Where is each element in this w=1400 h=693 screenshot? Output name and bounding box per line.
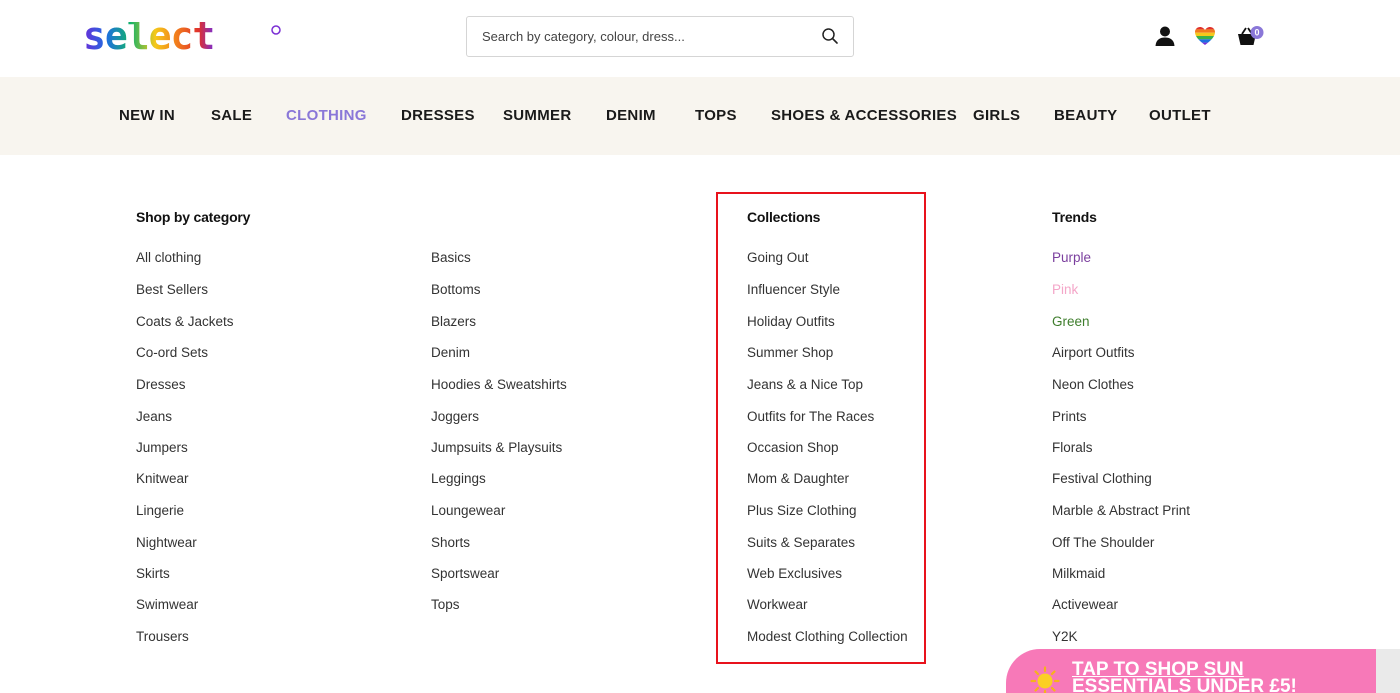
collection-link[interactable]: Web Exclusives — [747, 566, 842, 581]
trend-link[interactable]: Milkmaid — [1052, 566, 1105, 581]
category-link[interactable]: Knitwear — [136, 471, 189, 486]
collection-link[interactable]: Outfits for The Races — [747, 409, 874, 424]
trend-link[interactable]: Florals — [1052, 440, 1093, 455]
collection-link[interactable]: Plus Size Clothing — [747, 503, 857, 518]
category-link[interactable]: Jeans — [136, 409, 172, 424]
shop-by-category-heading: Shop by category — [136, 209, 251, 225]
collection-link[interactable]: Jeans & a Nice Top — [747, 377, 863, 392]
category-link[interactable]: All clothing — [136, 250, 201, 265]
basket-count: 0 — [1254, 28, 1259, 38]
collection-link[interactable]: Going Out — [747, 250, 809, 265]
trend-link[interactable]: Neon Clothes — [1052, 377, 1134, 392]
trend-link-pink[interactable]: Pink — [1052, 282, 1078, 297]
category-link[interactable]: Bottoms — [431, 282, 481, 297]
nav-beauty[interactable]: BEAUTY — [1054, 107, 1117, 124]
trend-link-green[interactable]: Green — [1052, 314, 1090, 329]
category-link[interactable]: Blazers — [431, 314, 476, 329]
trend-link[interactable]: Marble & Abstract Print — [1052, 503, 1190, 518]
category-link[interactable]: Lingerie — [136, 503, 184, 518]
nav-tops[interactable]: TOPS — [695, 107, 737, 124]
category-link[interactable]: Shorts — [431, 535, 470, 550]
nav-dresses[interactable]: DRESSES — [401, 107, 475, 124]
nav-shoes-accessories[interactable]: SHOES & ACCESSORIES — [771, 107, 957, 124]
user-icon[interactable] — [1153, 24, 1177, 48]
trend-link[interactable]: Airport Outfits — [1052, 345, 1135, 360]
category-link[interactable]: Leggings — [431, 471, 486, 486]
category-link[interactable]: Swimwear — [136, 597, 198, 612]
collection-link[interactable]: Workwear — [747, 597, 808, 612]
collection-link[interactable]: Influencer Style — [747, 282, 840, 297]
collection-link[interactable]: Mom & Daughter — [747, 471, 849, 486]
nav-new-in[interactable]: NEW IN — [119, 107, 175, 124]
category-link[interactable]: Hoodies & Sweatshirts — [431, 377, 567, 392]
promo-banner[interactable]: TAP TO SHOP SUN ESSENTIALS UNDER £5! — [1006, 649, 1376, 693]
nav-clothing[interactable]: CLOTHING — [286, 107, 367, 124]
collections-heading: Collections — [747, 209, 821, 225]
collection-link[interactable]: Modest Clothing Collection — [747, 629, 908, 644]
category-link[interactable]: Jumpsuits & Playsuits — [431, 440, 562, 455]
category-link[interactable]: Tops — [431, 597, 460, 612]
sun-icon — [1030, 666, 1060, 693]
nav-sale[interactable]: SALE — [211, 107, 252, 124]
nav-summer[interactable]: SUMMER — [503, 107, 571, 124]
trend-link[interactable]: Festival Clothing — [1052, 471, 1152, 486]
trends-heading: Trends — [1052, 209, 1097, 225]
category-link[interactable]: Trousers — [136, 629, 189, 644]
trend-link[interactable]: Activewear — [1052, 597, 1118, 612]
category-link[interactable]: Sportswear — [431, 566, 499, 581]
category-link[interactable]: Basics — [431, 250, 471, 265]
category-link[interactable]: Skirts — [136, 566, 170, 581]
category-link[interactable]: Nightwear — [136, 535, 197, 550]
nav-outlet[interactable]: OUTLET — [1149, 107, 1211, 124]
category-link[interactable]: Denim — [431, 345, 470, 360]
category-link[interactable]: Coats & Jackets — [136, 314, 234, 329]
category-link[interactable]: Jumpers — [136, 440, 188, 455]
category-link[interactable]: Co-ord Sets — [136, 345, 208, 360]
select-logo[interactable]: select — [83, 22, 283, 56]
trend-link[interactable]: Y2K — [1052, 629, 1078, 644]
promo-text[interactable]: TAP TO SHOP SUN ESSENTIALS UNDER £5! — [1072, 660, 1362, 693]
svg-text:select: select — [83, 22, 214, 56]
collection-link[interactable]: Occasion Shop — [747, 440, 839, 455]
rainbow-heart-icon[interactable] — [1193, 24, 1217, 48]
category-link[interactable]: Loungewear — [431, 503, 505, 518]
trend-link[interactable]: Off The Shoulder — [1052, 535, 1154, 550]
search-icon[interactable] — [821, 27, 839, 45]
collection-link[interactable]: Summer Shop — [747, 345, 833, 360]
category-link[interactable]: Joggers — [431, 409, 479, 424]
category-link[interactable]: Dresses — [136, 377, 186, 392]
collection-link[interactable]: Suits & Separates — [747, 535, 855, 550]
trend-link[interactable]: Prints — [1052, 409, 1087, 424]
nav-girls[interactable]: GIRLS — [973, 107, 1020, 124]
site-header: select 0 — [0, 0, 1400, 77]
nav-denim[interactable]: DENIM — [606, 107, 656, 124]
category-link[interactable]: Best Sellers — [136, 282, 208, 297]
trend-link-purple[interactable]: Purple — [1052, 250, 1091, 265]
search-input[interactable] — [482, 17, 802, 56]
search-box — [466, 16, 854, 57]
main-nav: NEW IN SALE CLOTHING DRESSES SUMMER DENI… — [0, 77, 1400, 155]
basket-icon[interactable]: 0 — [1236, 24, 1266, 48]
collection-link[interactable]: Holiday Outfits — [747, 314, 835, 329]
